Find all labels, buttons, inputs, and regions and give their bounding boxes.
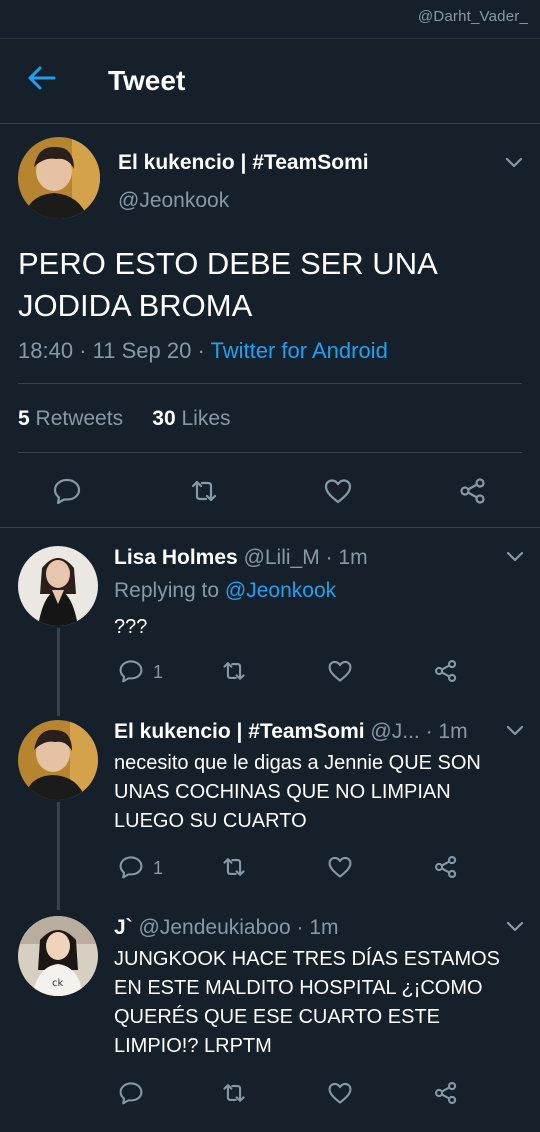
like-button[interactable]: [327, 658, 353, 684]
retweets-label: Retweets: [35, 407, 124, 430]
tweet-meta: 18:40 · 11 Sep 20 · Twitter for Android: [18, 338, 388, 364]
like-icon: [328, 1082, 352, 1104]
reply-text: ???: [114, 616, 148, 638]
likes-stat[interactable]: 30 Likes: [152, 407, 230, 430]
watermark: @Darht_Vader_: [417, 8, 528, 25]
reply-time: 1m: [309, 916, 339, 939]
replying-to-link[interactable]: @Jeonkook: [225, 579, 336, 602]
meta-separator: ·: [79, 338, 93, 363]
reply-text: JUNGKOOK HACE TRES DÍAS ESTAMOS EN ESTE …: [114, 948, 500, 1057]
tweet-text: PERO ESTO DEBE SER UNA JODIDA BROMA: [18, 246, 437, 323]
retweets-stat[interactable]: 5 Retweets: [18, 407, 123, 430]
replying-to: Replying to @Jeonkook: [114, 579, 336, 603]
retweet-icon: [223, 662, 245, 680]
author-handle[interactable]: @J...: [370, 720, 419, 743]
retweet-icon: [223, 1084, 245, 1102]
tweet-time: 18:40: [18, 338, 74, 363]
share-icon: [434, 855, 457, 879]
reply-header: J` @Jendeukiaboo · 1m: [114, 916, 339, 940]
reply-icon: [53, 478, 81, 505]
reply-time: 1m: [438, 720, 468, 743]
author-name[interactable]: J`: [114, 916, 133, 939]
meta-separator: ·: [296, 916, 310, 939]
share-button[interactable]: [458, 476, 488, 506]
app-header: Tweet: [0, 38, 540, 124]
reply-button[interactable]: [52, 476, 82, 506]
like-count: 30: [152, 407, 176, 430]
chevron-down-icon: [506, 921, 524, 932]
svg-text:ck: ck: [52, 978, 63, 989]
like-button[interactable]: [327, 854, 353, 880]
reply-icon: [119, 856, 143, 879]
reply-icon: [119, 1082, 143, 1105]
author-handle[interactable]: @Jeonkook: [118, 189, 229, 213]
retweet-icon: [223, 858, 245, 876]
like-button[interactable]: [327, 1080, 353, 1106]
reply-count: 1: [153, 858, 164, 878]
reply-icon: [119, 660, 143, 683]
divider: [18, 452, 522, 453]
share-button[interactable]: [433, 1080, 459, 1106]
author-name[interactable]: El kukencio | #TeamSomi: [114, 720, 365, 743]
retweet-icon: [191, 480, 217, 502]
avatar[interactable]: [18, 546, 98, 626]
share-button[interactable]: [433, 854, 459, 880]
author-handle[interactable]: @Lili_M: [244, 546, 320, 569]
like-icon: [328, 660, 352, 682]
share-icon: [434, 1081, 457, 1105]
share-button[interactable]: [433, 658, 459, 684]
meta-separator: ·: [197, 338, 211, 363]
main-tweet: El kukencio | #TeamSomi @Jeonkook PERO E…: [0, 123, 540, 528]
reply-header: El kukencio | #TeamSomi @J... · 1m: [114, 720, 468, 744]
retweet-button[interactable]: [221, 854, 247, 880]
reply-options-button[interactable]: [506, 725, 524, 737]
reply-header: Lisa Holmes @Lili_M · 1m: [114, 546, 368, 570]
reply-button[interactable]: [118, 658, 144, 684]
retweet-button[interactable]: [221, 658, 247, 684]
reply-text: necesito que le digas a Jennie QUE SON U…: [114, 752, 481, 832]
reply-time: 1m: [338, 546, 368, 569]
author-name[interactable]: Lisa Holmes: [114, 546, 238, 569]
share-icon: [460, 478, 485, 504]
divider: [18, 383, 522, 384]
chevron-down-icon: [506, 551, 524, 562]
avatar[interactable]: ck: [18, 916, 98, 996]
like-button[interactable]: [323, 476, 353, 506]
meta-separator: ·: [325, 546, 339, 569]
retweet-button[interactable]: [221, 1080, 247, 1106]
page-title: Tweet: [108, 65, 186, 96]
avatar[interactable]: [18, 720, 98, 800]
like-icon: [324, 479, 352, 504]
chevron-down-icon: [505, 157, 523, 168]
tweet-source-link[interactable]: Twitter for Android: [211, 338, 388, 363]
share-icon: [434, 659, 457, 683]
reply-button[interactable]: [118, 854, 144, 880]
author-name[interactable]: El kukencio | #TeamSomi: [118, 151, 369, 175]
retweet-count: 5: [18, 407, 30, 430]
tweet-stats: 5 Retweets 30 Likes: [18, 407, 231, 431]
like-icon: [328, 856, 352, 878]
thread-line: [57, 802, 60, 910]
reply-options-button[interactable]: [506, 551, 524, 563]
retweet-button[interactable]: [189, 476, 219, 506]
tweet-date: 11 Sep 20: [92, 338, 192, 363]
back-button[interactable]: [24, 61, 58, 95]
reply-count: 1: [153, 662, 164, 682]
avatar[interactable]: [18, 137, 100, 219]
replying-label: Replying to: [114, 579, 220, 602]
back-arrow-icon: [28, 66, 56, 90]
thread-line: [57, 628, 60, 716]
tweet-options-button[interactable]: [505, 157, 523, 169]
author-handle[interactable]: @Jendeukiaboo: [139, 916, 291, 939]
reply-button[interactable]: [118, 1080, 144, 1106]
meta-separator: ·: [425, 720, 439, 743]
likes-label: Likes: [181, 407, 231, 430]
chevron-down-icon: [506, 725, 524, 736]
reply-options-button[interactable]: [506, 921, 524, 933]
